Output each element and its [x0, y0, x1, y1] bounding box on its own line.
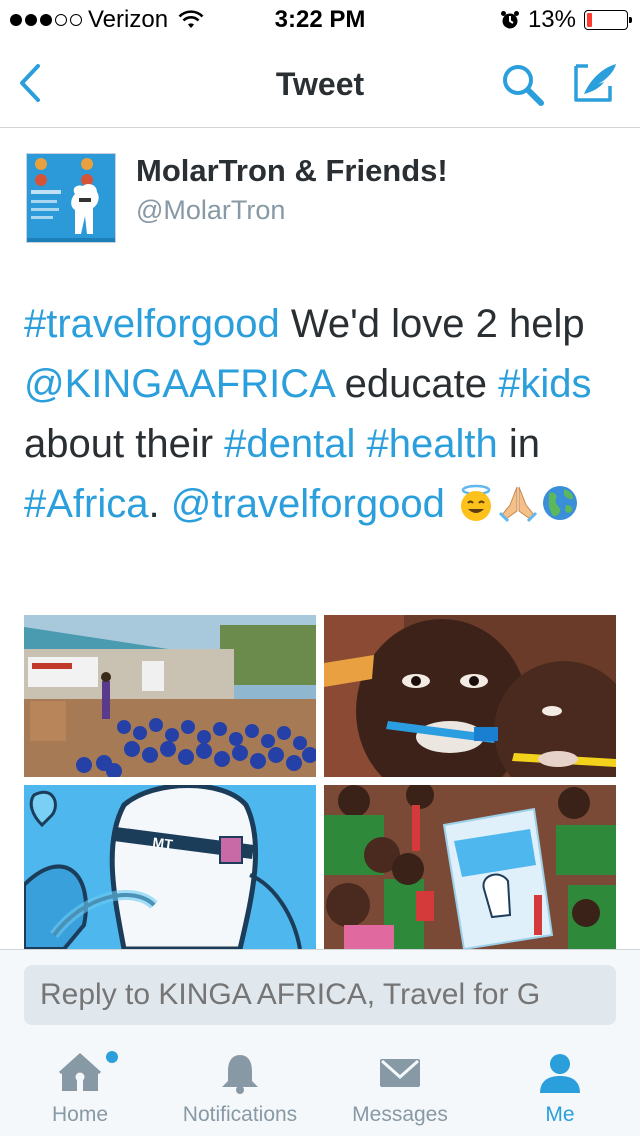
back-chevron-icon[interactable] [16, 62, 44, 104]
photo-molartron-mascot[interactable]: MT [24, 785, 316, 949]
photo-child-brushing-teeth[interactable] [324, 615, 616, 777]
envelope-icon [380, 1059, 420, 1087]
tab-label: Me [545, 1103, 575, 1126]
notification-dot [106, 1051, 118, 1063]
bell-icon [222, 1055, 258, 1094]
globe-icon [542, 486, 577, 520]
mention-link[interactable]: @KINGAAFRICA [24, 362, 334, 406]
status-bar: Verizon 3:22 PM 13% [0, 0, 640, 40]
compose-tweet-icon[interactable] [570, 60, 620, 106]
tab-messages[interactable]: Messages [320, 1039, 480, 1136]
person-icon [540, 1054, 580, 1093]
photo-school-assembly[interactable] [24, 615, 316, 777]
hashtag-link[interactable]: #health [367, 422, 498, 466]
tab-label: Notifications [182, 1103, 298, 1126]
hashtag-link[interactable]: #kids [498, 362, 591, 406]
alarm-icon [500, 11, 519, 29]
hashtag-link[interactable]: #Africa [24, 482, 149, 526]
tweet-text-segment: We'd love 2 help [279, 302, 585, 346]
author-name[interactable]: MolarTron & Friends! [136, 153, 448, 189]
home-icon [58, 1053, 102, 1091]
tab-notifications[interactable]: Notifications [160, 1039, 320, 1136]
tab-home[interactable]: Home [0, 1039, 160, 1136]
tab-label: Home [51, 1103, 109, 1126]
battery-icon [584, 10, 632, 30]
reply-input[interactable] [24, 965, 616, 1025]
author-handle[interactable]: @MolarTron [136, 195, 285, 226]
avatar[interactable] [26, 153, 116, 243]
tweet-detail: MolarTron & Friends! @MolarTron #travelf… [0, 129, 640, 949]
hashtag-link[interactable]: #dental [224, 422, 355, 466]
battery-percent: 13% [527, 6, 576, 33]
tweet-text-segment: . [148, 482, 171, 526]
tab-label: Messages [352, 1103, 448, 1126]
media-grid: MT [24, 615, 616, 949]
tweet-text-segment: about their [24, 422, 225, 466]
tweet-text-segment: educate [333, 362, 499, 406]
folded-hands-icon [498, 486, 538, 523]
mention-link[interactable]: @travelforgood [171, 482, 445, 526]
tab-bar: Home Notifications Messages Me [0, 1039, 640, 1136]
status-right: 13% [500, 6, 632, 34]
tab-me[interactable]: Me [480, 1039, 640, 1136]
photo-children-with-posters[interactable] [324, 785, 616, 949]
search-icon[interactable] [500, 62, 546, 108]
tweet-text-segment [445, 482, 456, 526]
svg-text:MT: MT [152, 834, 174, 852]
smiling-face-with-halo-icon [460, 484, 491, 521]
tweet-text: #travelforgood We'd love 2 help @KINGAAF… [24, 294, 624, 534]
hashtag-link[interactable]: #travelforgood [24, 302, 280, 346]
tweet-text-segment [355, 422, 366, 466]
reply-bar [0, 949, 640, 1039]
tweet-text-segment: in [497, 422, 540, 466]
navigation-bar: Tweet [0, 40, 640, 128]
